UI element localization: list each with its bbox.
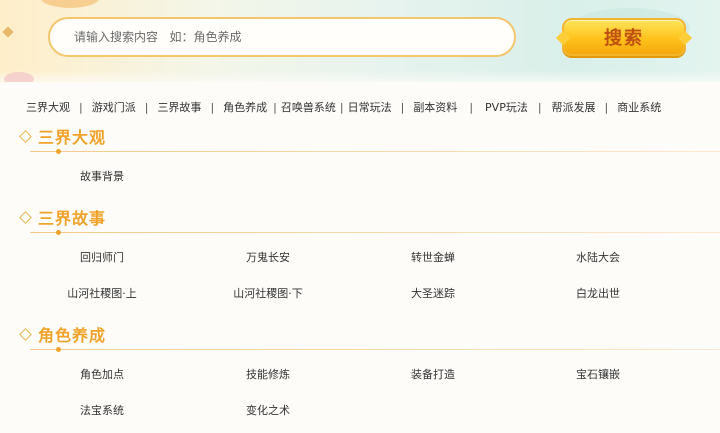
diamond-icon xyxy=(19,211,32,224)
link-wangui-changan[interactable]: 万鬼长安 xyxy=(246,249,290,265)
nav-separator: | xyxy=(604,100,609,114)
section-juese-yangcheng: 角色养成 角色加点 技能修炼 装备打造 宝石镶嵌 法宝系统 变化之术 xyxy=(0,322,720,417)
nav-item-richang-wanfa[interactable]: 日常玩法 xyxy=(348,99,392,115)
nav-item-sanjie-gushi[interactable]: 三界故事 xyxy=(157,99,201,115)
section-title: 三界大观 xyxy=(38,128,107,147)
link-juese-jiadian[interactable]: 角色加点 xyxy=(80,366,124,382)
section-divider xyxy=(30,349,720,350)
section-header: 三界故事 xyxy=(0,205,720,235)
nav-item-youxi-menpai[interactable]: 游戏门派 xyxy=(92,99,136,115)
search-box xyxy=(48,17,516,57)
banner-fade xyxy=(0,70,720,82)
nav-separator: | xyxy=(144,100,149,114)
section-divider xyxy=(30,232,720,233)
link-jineng-xiulian[interactable]: 技能修炼 xyxy=(246,366,290,382)
nav-item-fuben-ziliao[interactable]: 副本资料 xyxy=(413,99,457,115)
nav-item-juese-yangcheng[interactable]: 角色养成 xyxy=(223,99,267,115)
nav-item-bangpai-fazhan[interactable]: 帮派发展 xyxy=(552,99,596,115)
link-shanhe-shejitu-xia[interactable]: 山河社稷图·下 xyxy=(233,285,303,301)
nav-item-pvp-wanfa[interactable]: PVP玩法 xyxy=(485,99,528,115)
link-shuilu-dahui[interactable]: 水陆大会 xyxy=(576,249,620,265)
nav-separator: | xyxy=(400,100,405,114)
nav-item-shangye-xitong[interactable]: 商业系统 xyxy=(617,99,661,115)
divider-dot xyxy=(56,149,61,154)
banner-decoration xyxy=(4,72,34,82)
link-zhuanshi-jinchan[interactable]: 转世金蝉 xyxy=(411,249,455,265)
nav-item-zhaohuanshou[interactable]: 召唤兽系统 xyxy=(281,99,336,115)
link-huigui-shimen[interactable]: 回归师门 xyxy=(80,249,124,265)
category-nav: 三界大观 | 游戏门派 | 三界故事 | 角色养成 | 召唤兽系统 | 日常玩法… xyxy=(26,98,720,116)
nav-separator: | xyxy=(469,100,474,114)
nav-separator: | xyxy=(273,100,277,114)
nav-separator: | xyxy=(210,100,215,114)
divider-dot xyxy=(56,347,61,352)
link-shanhe-shejitu-shang[interactable]: 山河社稷图·上 xyxy=(67,285,137,301)
banner-decoration xyxy=(40,0,100,8)
link-baoshi-xiangqian[interactable]: 宝石镶嵌 xyxy=(576,366,620,382)
nav-item-sanjie-daguan[interactable]: 三界大观 xyxy=(26,99,70,115)
section-title: 三界故事 xyxy=(38,209,107,228)
link-zhuangbei-dazao[interactable]: 装备打造 xyxy=(411,366,455,382)
search-input[interactable] xyxy=(50,19,514,55)
diamond-icon xyxy=(19,328,32,341)
section-divider xyxy=(30,151,720,152)
divider-dot xyxy=(56,230,61,235)
link-bailong-chushi[interactable]: 白龙出世 xyxy=(576,285,620,301)
section-title: 角色养成 xyxy=(38,326,107,345)
diamond-icon xyxy=(19,130,32,143)
search-button[interactable]: 搜索 xyxy=(562,18,686,56)
link-dasheng-mizong[interactable]: 大圣迷踪 xyxy=(411,285,455,301)
link-bianhua-zhishu[interactable]: 变化之术 xyxy=(246,402,290,418)
nav-separator: | xyxy=(79,100,83,114)
section-sanjie-daguan: 三界大观 故事背景 xyxy=(0,124,720,183)
nav-separator: | xyxy=(537,100,542,114)
nav-separator: | xyxy=(339,100,344,114)
link-fabao-xitong[interactable]: 法宝系统 xyxy=(80,402,124,418)
section-header: 角色养成 xyxy=(0,322,720,352)
section-header: 三界大观 xyxy=(0,124,720,154)
section-sanjie-gushi: 三界故事 回归师门 万鬼长安 转世金蝉 水陆大会 山河社稷图·上 山河社稷图·下… xyxy=(0,205,720,300)
link-gushi-beijing[interactable]: 故事背景 xyxy=(80,168,124,184)
